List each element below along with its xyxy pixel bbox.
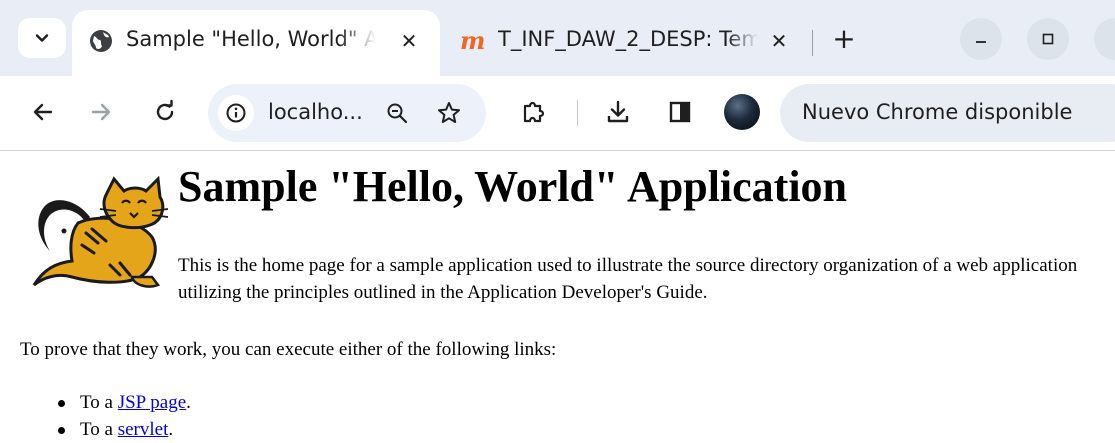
toolbar-divider <box>577 100 578 126</box>
chrome-update-chip[interactable]: Nuevo Chrome disponible <box>780 84 1115 142</box>
zoom-button[interactable] <box>382 98 412 128</box>
tab-title: Sample "Hello, World" Application <box>126 27 376 51</box>
back-button[interactable] <box>25 94 61 130</box>
links-list: To a JSP page. To a servlet. <box>0 389 191 443</box>
link-prefix: To a <box>80 392 118 413</box>
close-window-button[interactable] <box>1094 18 1115 60</box>
reload-icon <box>156 99 174 121</box>
side-panel-button[interactable] <box>662 94 698 130</box>
puzzle-icon <box>523 101 545 123</box>
tab-inactive[interactable]: m T_INF_DAW_2_DESP: Tema 5 ✕ <box>448 10 806 76</box>
tab-search-button[interactable] <box>18 18 66 58</box>
page-title: Sample "Hello, World" Application <box>178 162 848 211</box>
url-text[interactable]: localho... <box>268 100 363 124</box>
new-tab-button[interactable]: + <box>828 21 860 55</box>
minimize-button[interactable] <box>960 18 1002 60</box>
globe-icon <box>90 30 112 52</box>
close-icon: ✕ <box>770 29 788 53</box>
servlet-link[interactable]: servlet <box>118 419 169 440</box>
browser-toolbar: localho... Nuevo Chrome disponible <box>0 76 1115 151</box>
maximize-button[interactable] <box>1027 18 1069 60</box>
bullet-icon <box>58 427 65 434</box>
tab-strip: Sample "Hello, World" Application ✕ m T_… <box>0 0 1115 76</box>
bullet-icon <box>58 400 65 407</box>
plus-icon: + <box>832 21 856 55</box>
page-content: Sample "Hello, World" Application This i… <box>0 151 1115 441</box>
profile-avatar[interactable] <box>724 94 760 130</box>
link-suffix: . <box>168 419 174 440</box>
link-prefix: To a <box>80 419 118 440</box>
arrow-right-icon <box>91 103 111 121</box>
star-icon <box>438 102 460 123</box>
link-suffix: . <box>186 392 191 413</box>
close-tab-button[interactable]: ✕ <box>764 26 794 56</box>
close-icon: ✕ <box>400 29 418 53</box>
arrow-left-icon <box>33 103 53 121</box>
close-tab-button[interactable]: ✕ <box>394 26 424 56</box>
list-item: To a JSP page. <box>0 389 191 416</box>
chevron-down-icon <box>35 34 49 42</box>
extensions-button[interactable] <box>515 94 551 130</box>
downloads-button[interactable] <box>600 94 636 130</box>
moodle-icon: m <box>460 26 486 55</box>
site-info-button[interactable] <box>218 95 254 131</box>
intro-paragraph: This is the home page for a sample appli… <box>178 255 1078 303</box>
minimize-icon <box>976 41 986 43</box>
side-panel-icon <box>669 101 691 123</box>
info-icon <box>226 103 246 123</box>
forward-button[interactable] <box>83 94 119 130</box>
reload-button[interactable] <box>147 94 183 130</box>
tomcat-logo <box>32 175 169 288</box>
zoom-out-icon <box>387 103 408 124</box>
tab-title: T_INF_DAW_2_DESP: Tema 5 <box>498 27 758 51</box>
maximize-icon <box>1042 33 1054 45</box>
prove-paragraph: To prove that they work, you can execute… <box>20 339 557 360</box>
tab-divider <box>812 30 813 56</box>
address-bar[interactable]: localho... <box>208 84 486 142</box>
bookmark-button[interactable] <box>434 98 464 128</box>
list-item: To a servlet. <box>0 416 191 443</box>
tab-active[interactable]: Sample "Hello, World" Application ✕ <box>72 10 440 76</box>
update-chip-label: Nuevo Chrome disponible <box>802 100 1073 124</box>
jsp-page-link[interactable]: JSP page <box>118 392 186 413</box>
download-icon <box>607 100 629 123</box>
